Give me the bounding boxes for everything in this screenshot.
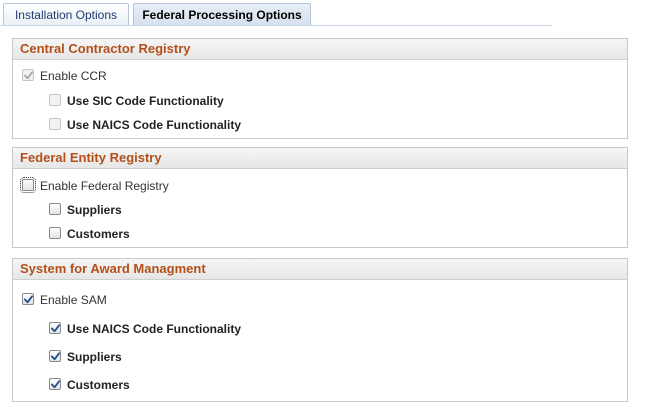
checkmark-icon <box>51 324 60 333</box>
ccr-naics-checkbox[interactable] <box>49 118 61 130</box>
enable-federal-registry-checkbox[interactable] <box>20 177 36 193</box>
sam-customers-label: Customers <box>67 378 130 392</box>
ccr-naics-label: Use NAICS Code Functionality <box>67 118 242 132</box>
sam-naics-label: Use NAICS Code Functionality <box>67 322 242 336</box>
tab-installation-options[interactable]: Installation Options <box>3 3 129 25</box>
tab-baseline <box>0 25 552 26</box>
sam-suppliers-label: Suppliers <box>67 350 122 364</box>
sam-customers-checkbox[interactable] <box>49 378 61 390</box>
sam-group-title: System for Award Managment <box>13 259 627 280</box>
tab-federal-processing-options[interactable]: Federal Processing Options <box>133 3 311 26</box>
sam-suppliers-checkbox[interactable] <box>49 350 61 362</box>
federal-suppliers-checkbox[interactable] <box>49 203 61 215</box>
federal-customers-label: Customers <box>67 227 130 241</box>
federal-entity-group-title: Federal Entity Registry <box>13 148 627 169</box>
ccr-sic-checkbox[interactable] <box>49 94 61 106</box>
enable-sam-checkbox[interactable] <box>22 293 34 305</box>
ccr-sic-label: Use SIC Code Functionality <box>67 94 224 108</box>
checkmark-icon <box>51 380 60 389</box>
enable-ccr-label: Enable CCR <box>40 69 107 83</box>
federal-customers-checkbox[interactable] <box>49 227 61 239</box>
enable-sam-label: Enable SAM <box>40 293 107 307</box>
federal-suppliers-label: Suppliers <box>67 203 122 217</box>
checkmark-icon <box>51 352 60 361</box>
ccr-group-title: Central Contractor Registry <box>13 39 627 60</box>
checkmark-icon <box>24 71 33 80</box>
checkmark-icon <box>24 295 33 304</box>
enable-ccr-checkbox[interactable] <box>22 69 34 81</box>
sam-naics-checkbox[interactable] <box>49 322 61 334</box>
tab-bar: Installation Options Federal Processing … <box>0 0 646 26</box>
enable-federal-registry-label: Enable Federal Registry <box>40 179 169 193</box>
